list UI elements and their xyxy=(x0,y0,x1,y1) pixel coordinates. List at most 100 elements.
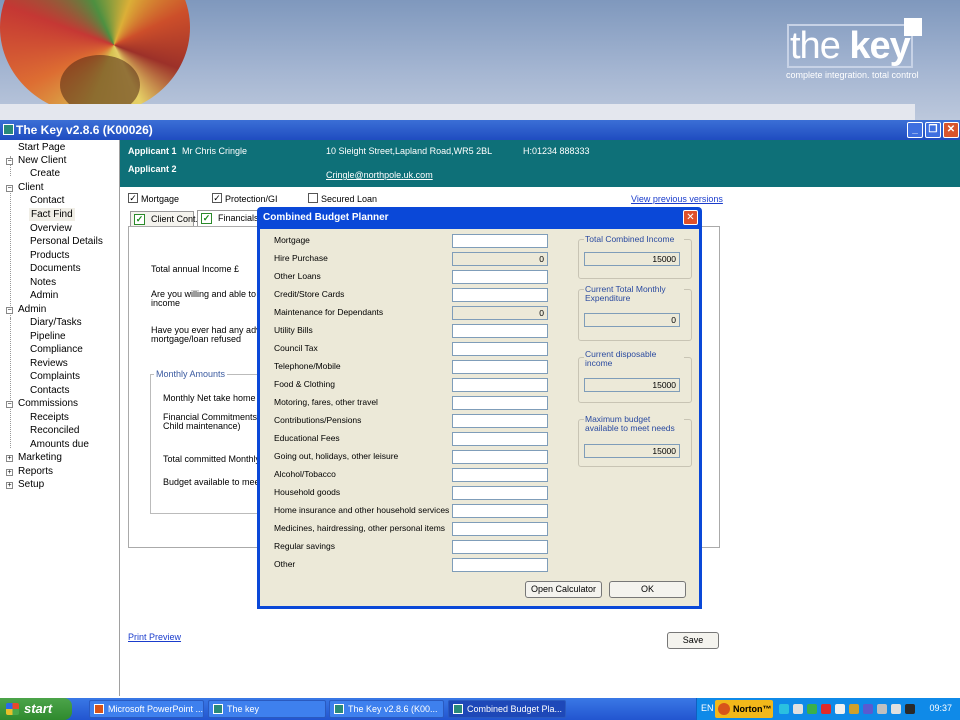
expand-icon[interactable]: + xyxy=(6,455,13,462)
collapse-icon[interactable]: − xyxy=(6,401,13,408)
nav-create[interactable]: Create xyxy=(30,167,60,180)
other-loans-input[interactable] xyxy=(452,270,548,284)
print-preview-link[interactable]: Print Preview xyxy=(128,632,181,642)
nav-contact[interactable]: Contact xyxy=(30,194,64,207)
tray-icon[interactable] xyxy=(793,704,803,714)
tray-icon[interactable] xyxy=(821,704,831,714)
nav-documents[interactable]: Documents xyxy=(30,262,81,275)
task-budget-planner[interactable]: Combined Budget Pla... xyxy=(448,700,566,718)
mortgage-checkbox[interactable]: ✓ xyxy=(128,193,138,203)
tray-icon[interactable] xyxy=(807,704,817,714)
norton-button[interactable]: Norton™ xyxy=(715,700,773,718)
secured-loan-label: Secured Loan xyxy=(321,194,378,204)
row-label: Medicines, hairdressing, other personal … xyxy=(274,523,446,533)
tray-icon[interactable] xyxy=(835,704,845,714)
nav-contacts[interactable]: Contacts xyxy=(30,384,69,397)
credit-store-cards-input[interactable] xyxy=(452,288,548,302)
collapse-icon[interactable]: − xyxy=(6,307,13,314)
protection-gi-label: Protection/GI xyxy=(225,194,278,204)
save-button[interactable]: Save xyxy=(667,632,719,649)
nav-client-admin[interactable]: Admin xyxy=(30,289,58,302)
tray-icon[interactable] xyxy=(877,704,887,714)
dialog-close-button[interactable]: ✕ xyxy=(683,210,698,225)
nav-marketing[interactable]: Marketing xyxy=(18,451,62,464)
total-income-title: Total Combined Income xyxy=(584,235,684,244)
going-out-input[interactable] xyxy=(452,450,548,464)
nav-reviews[interactable]: Reviews xyxy=(30,357,68,370)
open-calculator-button[interactable]: Open Calculator xyxy=(525,581,602,598)
close-window-button[interactable]: ✕ xyxy=(943,122,959,138)
nav-setup[interactable]: Setup xyxy=(18,478,44,491)
collapse-icon[interactable]: − xyxy=(6,158,13,165)
alcohol-tobacco-input[interactable] xyxy=(452,468,548,482)
row-label: Contributions/Pensions xyxy=(274,415,362,425)
tab-client-cont[interactable]: ✓ Client Cont. xyxy=(130,211,198,227)
regular-savings-input[interactable] xyxy=(452,540,548,554)
telephone-mobile-input[interactable] xyxy=(452,360,548,374)
tray-icon[interactable] xyxy=(863,704,873,714)
expand-icon[interactable]: + xyxy=(6,482,13,489)
household-goods-input[interactable] xyxy=(452,486,548,500)
row-label: Household goods xyxy=(274,487,341,497)
expand-icon[interactable]: + xyxy=(6,469,13,476)
applicant1-address: 10 Sleight Street,Lapland Road,WR5 2BL xyxy=(326,146,493,156)
task-the-key-window[interactable]: The Key v2.8.6 (K00... xyxy=(329,700,444,718)
adverse-label-2: mortgage/loan refused xyxy=(151,334,242,344)
nav-complaints[interactable]: Complaints xyxy=(30,370,80,383)
nav-notes[interactable]: Notes xyxy=(30,276,56,289)
nav-commissions[interactable]: Commissions xyxy=(18,397,78,410)
nav-pipeline[interactable]: Pipeline xyxy=(30,330,66,343)
tray-icon[interactable] xyxy=(779,704,789,714)
start-button[interactable]: start xyxy=(0,698,72,720)
nav-diary-tasks[interactable]: Diary/Tasks xyxy=(30,316,82,329)
mortgage-input[interactable] xyxy=(452,234,548,248)
utility-bills-input[interactable] xyxy=(452,324,548,338)
email-link[interactable]: Cringle@northpole.uk.com xyxy=(326,170,433,180)
nav-personal-details[interactable]: Personal Details xyxy=(30,235,103,248)
nav-admin[interactable]: Admin xyxy=(18,303,46,316)
tray-icon[interactable] xyxy=(891,704,901,714)
system-tray: EN Norton™ 09:37 xyxy=(696,698,960,720)
language-indicator[interactable]: EN xyxy=(701,703,714,713)
motoring-input[interactable] xyxy=(452,396,548,410)
nav-overview[interactable]: Overview xyxy=(30,222,72,235)
view-previous-versions-link[interactable]: View previous versions xyxy=(631,194,723,204)
task-powerpoint[interactable]: Microsoft PowerPoint ... xyxy=(89,700,204,718)
applicant2-label: Applicant 2 xyxy=(128,164,177,174)
other-input[interactable] xyxy=(452,558,548,572)
nav-new-client[interactable]: New Client xyxy=(18,154,66,167)
council-tax-input[interactable] xyxy=(452,342,548,356)
protection-gi-checkbox[interactable]: ✓ xyxy=(212,193,222,203)
ok-button[interactable]: OK xyxy=(609,581,686,598)
home-insurance-input[interactable] xyxy=(452,504,548,518)
nav-products[interactable]: Products xyxy=(30,249,69,262)
food-clothing-input[interactable] xyxy=(452,378,548,392)
contributions-pensions-input[interactable] xyxy=(452,414,548,428)
row-label: Other xyxy=(274,559,296,569)
nav-reconciled[interactable]: Reconciled xyxy=(30,424,79,437)
nav-client[interactable]: Client xyxy=(18,181,44,194)
window-titlebar[interactable]: The Key v2.8.6 (K00026) _ ❐ ✕ xyxy=(0,120,960,140)
minimize-button[interactable]: _ xyxy=(907,122,923,138)
tab-financials[interactable]: ✓ Financials xyxy=(197,210,259,226)
restore-button[interactable]: ❐ xyxy=(925,122,941,138)
row-label: Council Tax xyxy=(274,343,318,353)
educational-fees-input[interactable] xyxy=(452,432,548,446)
nav-amounts-due[interactable]: Amounts due xyxy=(30,438,89,451)
row-label: Telephone/Mobile xyxy=(274,361,341,371)
tray-icon[interactable] xyxy=(905,704,915,714)
medicines-input[interactable] xyxy=(452,522,548,536)
task-the-key[interactable]: The key xyxy=(208,700,326,718)
row-label: Other Loans xyxy=(274,271,321,281)
nav-fact-find[interactable]: Fact Find xyxy=(29,208,75,221)
nav-compliance[interactable]: Compliance xyxy=(30,343,83,356)
nav-reports[interactable]: Reports xyxy=(18,465,53,478)
nav-start-page[interactable]: Start Page xyxy=(18,141,65,154)
secured-loan-checkbox[interactable] xyxy=(308,193,318,203)
row-label: Educational Fees xyxy=(274,433,340,443)
task-label: Microsoft PowerPoint ... xyxy=(108,704,204,714)
tray-icon[interactable] xyxy=(849,704,859,714)
collapse-icon[interactable]: − xyxy=(6,185,13,192)
nav-receipts[interactable]: Receipts xyxy=(30,411,69,424)
max-budget-field: 15000 xyxy=(584,444,680,458)
